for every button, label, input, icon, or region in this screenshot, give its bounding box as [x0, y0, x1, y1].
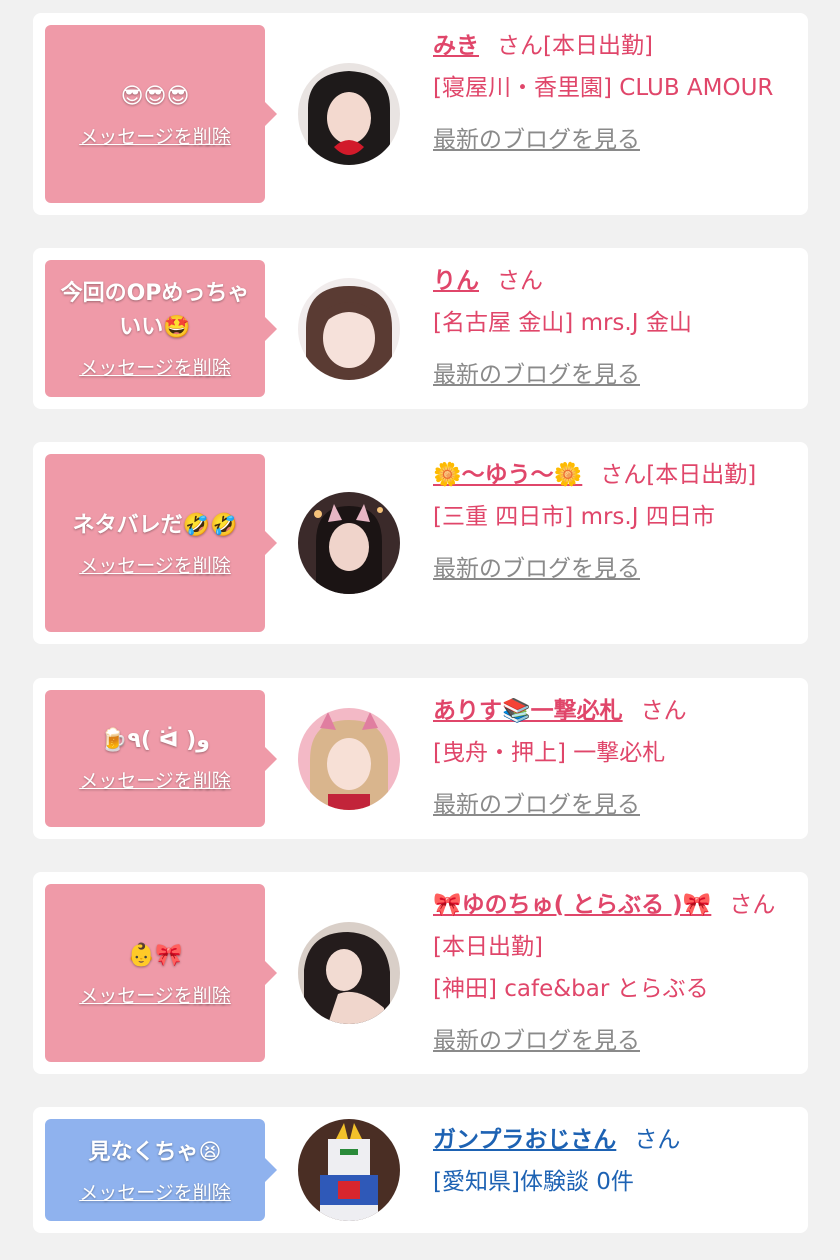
message-bubble: 見なくちゃ😫 メッセージを削除	[45, 1119, 277, 1221]
message-bubble: 今回のOPめっちゃいい🤩 メッセージを削除	[45, 260, 277, 397]
message-text: ネタバレだ🤣🤣	[72, 512, 238, 538]
cast-name-link[interactable]: ありす📚一撃必札	[433, 698, 623, 724]
cast-name-link[interactable]: 🌼〜ゆう〜🌼	[433, 462, 582, 488]
cast-location: [神田] cafe&bar とらぶる	[433, 976, 709, 1002]
cast-info: ありす📚一撃必札 さん [曳舟・押上] 一撃必札 最新のブログを見る	[433, 690, 790, 826]
delete-message-link[interactable]: メッセージを削除	[79, 551, 231, 578]
message-bubble: 🍺٩( ᐛ )و メッセージを削除	[45, 690, 277, 827]
message-bubble: ネタバレだ🤣🤣 メッセージを削除	[45, 454, 277, 632]
list-item: 🍺٩( ᐛ )و メッセージを削除 ありす📚一撃必札 さん [曳舟・押上] 一撃必…	[33, 678, 808, 839]
delete-message-link[interactable]: メッセージを削除	[79, 122, 231, 149]
message-text: 😎😎😎	[120, 83, 190, 109]
avatar[interactable]	[298, 922, 400, 1024]
message-bubble: 😎😎😎 メッセージを削除	[45, 25, 277, 203]
cast-location: [寝屋川・香里園] CLUB AMOUR	[433, 75, 774, 101]
cast-location: [曳舟・押上] 一撃必札	[433, 740, 666, 766]
delete-message-link[interactable]: メッセージを削除	[79, 1178, 231, 1205]
list-item: 今回のOPめっちゃいい🤩 メッセージを削除 りん さん [名古屋 金山] mrs.…	[33, 248, 808, 409]
latest-blog-link[interactable]: 最新のブログを見る	[433, 548, 640, 590]
cast-name-link[interactable]: 🎀ゆのちゅ( とらぶる )🎀	[433, 892, 711, 918]
message-text: 見なくちゃ😫	[88, 1139, 222, 1165]
avatar[interactable]	[298, 63, 400, 165]
cast-name-link[interactable]: りん	[433, 268, 479, 294]
latest-blog-link[interactable]: 最新のブログを見る	[433, 1020, 640, 1062]
list-item: 😎😎😎 メッセージを削除 みき さん[本日出勤] [寝屋川・香里園] CLUB A…	[33, 13, 808, 215]
avatar[interactable]	[298, 708, 400, 810]
cast-honorific: さん	[640, 698, 687, 724]
cast-info: 🎀ゆのちゅ( とらぶる )🎀 さん[本日出勤] [神田] cafe&bar とらぶ…	[433, 884, 790, 1062]
cast-info: みき さん[本日出勤] [寝屋川・香里園] CLUB AMOUR 最新のブログを見…	[433, 25, 790, 161]
user-honorific: さん	[634, 1127, 681, 1153]
cast-location: [名古屋 金山] mrs.J 金山	[433, 310, 692, 336]
user-location: [愛知県]体験談 0件	[433, 1169, 634, 1195]
latest-blog-link[interactable]: 最新のブログを見る	[433, 119, 640, 161]
message-text: 🍺٩( ᐛ )و	[100, 728, 210, 753]
delete-message-link[interactable]: メッセージを削除	[79, 981, 231, 1008]
delete-message-link[interactable]: メッセージを削除	[79, 766, 231, 793]
cast-info: ガンプラおじさん さん [愛知県]体験談 0件	[433, 1119, 790, 1203]
list-item: 👶🎀 メッセージを削除 🎀ゆのちゅ( とらぶる )🎀 さん[本日出勤] [神田] …	[33, 872, 808, 1074]
message-bubble: 👶🎀 メッセージを削除	[45, 884, 277, 1062]
cast-honorific: さん[本日出勤]	[600, 462, 757, 488]
list-item: 見なくちゃ😫 メッセージを削除 ガンプラおじさん さん [愛知県]体験談 0件	[33, 1107, 808, 1233]
cast-location: [三重 四日市] mrs.J 四日市	[433, 504, 715, 530]
user-name-link[interactable]: ガンプラおじさん	[433, 1127, 616, 1153]
avatar[interactable]	[298, 278, 400, 380]
latest-blog-link[interactable]: 最新のブログを見る	[433, 354, 640, 396]
message-text: 👶🎀	[127, 942, 183, 968]
cast-name-link[interactable]: みき	[433, 33, 479, 59]
message-text: 今回のOPめっちゃいい🤩	[60, 281, 250, 340]
avatar[interactable]	[298, 1119, 400, 1221]
avatar[interactable]	[298, 492, 400, 594]
cast-info: りん さん [名古屋 金山] mrs.J 金山 最新のブログを見る	[433, 260, 790, 396]
cast-info: 🌼〜ゆう〜🌼 さん[本日出勤] [三重 四日市] mrs.J 四日市 最新のブログ…	[433, 454, 790, 590]
message-list: 😎😎😎 メッセージを削除 みき さん[本日出勤] [寝屋川・香里園] CLUB A…	[0, 0, 840, 1260]
latest-blog-link[interactable]: 最新のブログを見る	[433, 784, 640, 826]
list-item: ネタバレだ🤣🤣 メッセージを削除 🌼〜ゆう〜🌼 さん[本日出勤] [三重 四日市]…	[33, 442, 808, 644]
delete-message-link[interactable]: メッセージを削除	[79, 353, 231, 380]
cast-honorific: さん	[497, 268, 543, 294]
cast-honorific: さん[本日出勤]	[497, 33, 653, 59]
